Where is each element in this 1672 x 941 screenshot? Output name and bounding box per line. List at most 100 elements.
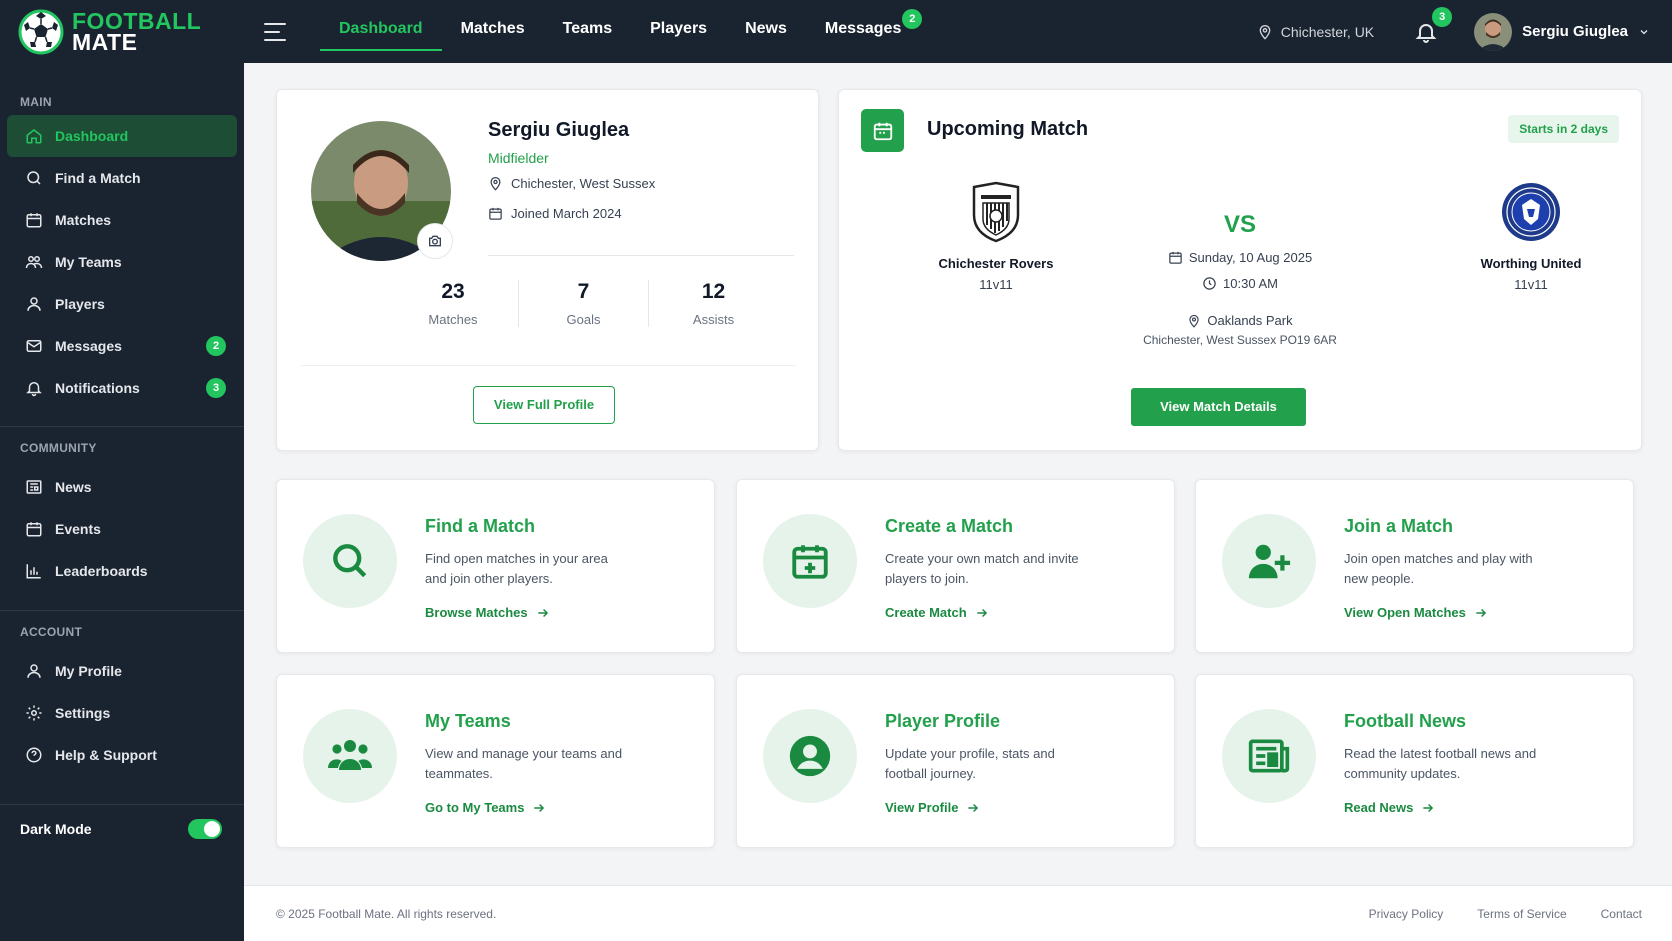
sidebar-item-leaderboards[interactable]: Leaderboards — [7, 550, 237, 592]
sidebar-item-dashboard[interactable]: Dashboard — [7, 115, 237, 157]
profile-joined: Joined March 2024 — [488, 206, 622, 221]
feature-link-label: Browse Matches — [425, 605, 528, 620]
feature-description: Join open matches and play with new peop… — [1344, 551, 1533, 586]
view-full-profile-button[interactable]: View Full Profile — [473, 386, 615, 424]
browse-matches-link[interactable]: Browse Matches — [425, 605, 550, 620]
feature-title: Join a Match — [1344, 516, 1454, 536]
dark-mode-label: Dark Mode — [20, 821, 92, 837]
map-pin-icon — [1259, 24, 1271, 40]
feature-description: Update your profile, stats and football … — [885, 746, 1055, 781]
create-match-link[interactable]: Create Match — [885, 605, 989, 620]
feature-card-my-teams[interactable]: My Teams View and manage your teams and … — [276, 674, 715, 848]
go-to-my-teams-link[interactable]: Go to My Teams — [425, 800, 546, 815]
sidebar-item-help-support[interactable]: Help & Support — [7, 734, 237, 776]
dark-mode-row: Dark Mode — [0, 810, 244, 848]
feature-card-create-match[interactable]: Create a Match Create your own match and… — [736, 479, 1175, 653]
nav-players-label: Players — [650, 20, 708, 37]
nav-messages[interactable]: Messages 2 — [806, 0, 929, 63]
user-name: Sergiu Giuglea — [1522, 23, 1628, 40]
location-selector[interactable]: Chichester, UK — [1257, 24, 1374, 40]
arrow-right-icon — [537, 608, 548, 617]
privacy-policy-link[interactable]: Privacy Policy — [1369, 907, 1444, 921]
nav-news-label: News — [745, 20, 787, 37]
calendar-plus-icon — [792, 545, 828, 579]
sidebar-item-label: My Teams — [55, 254, 122, 270]
stat-label: Matches — [428, 312, 478, 327]
messages-badge: 2 — [902, 9, 923, 29]
feature-link-label: View Profile — [885, 800, 959, 815]
nav-players[interactable]: Players — [631, 0, 726, 63]
teams-icon — [328, 740, 372, 770]
newspaper-icon — [26, 480, 42, 494]
menu-toggle-icon[interactable] — [264, 22, 286, 41]
view-open-matches-link[interactable]: View Open Matches — [1344, 605, 1488, 620]
feature-card-join-match[interactable]: Join a Match Join open matches and play … — [1195, 479, 1634, 653]
view-match-details-button[interactable]: View Match Details — [1131, 388, 1306, 426]
search-icon — [27, 171, 41, 185]
dark-mode-toggle[interactable] — [188, 819, 222, 839]
feature-icon-circle — [1222, 514, 1316, 608]
feature-title: Football News — [1344, 711, 1467, 731]
feature-card-player-profile[interactable]: Player Profile Update your profile, stat… — [736, 674, 1175, 848]
nav-matches[interactable]: Matches — [442, 0, 544, 63]
sidebar-item-my-teams[interactable]: My Teams — [7, 241, 237, 283]
sidebar-item-players[interactable]: Players — [7, 283, 237, 325]
match-venue-text: Oaklands Park — [1207, 313, 1293, 328]
terms-of-service-link[interactable]: Terms of Service — [1477, 907, 1566, 921]
bell-icon — [26, 382, 42, 397]
nav-dashboard[interactable]: Dashboard — [320, 0, 442, 63]
calendar-icon — [861, 109, 904, 152]
contact-link[interactable]: Contact — [1601, 907, 1642, 921]
nav-matches-label: Matches — [460, 20, 525, 37]
top-bar: FOOTBALL MATE Dashboard Matches Teams Pl… — [0, 0, 1672, 63]
away-team[interactable]: Worthing United 11v11 — [1431, 181, 1631, 292]
sidebar-item-settings[interactable]: Settings — [7, 692, 237, 734]
nav-dashboard-label: Dashboard — [339, 20, 423, 37]
sidebar-item-label: Players — [55, 296, 105, 312]
gear-icon — [26, 705, 42, 721]
avatar — [1474, 12, 1513, 51]
nav-teams-label: Teams — [562, 20, 613, 37]
view-profile-link[interactable]: View Profile — [885, 800, 980, 815]
worthing-united-crest-icon — [1502, 183, 1560, 241]
nav-news[interactable]: News — [726, 0, 806, 63]
sidebar-item-label: Help & Support — [55, 747, 157, 763]
stat-label: Assists — [692, 312, 735, 327]
sidebar-item-label: Notifications — [55, 380, 140, 396]
profile-location: Chichester, West Sussex — [488, 176, 655, 191]
feature-link-label: Go to My Teams — [425, 800, 525, 815]
read-news-link[interactable]: Read News — [1344, 800, 1435, 815]
feature-link-label: View Open Matches — [1344, 605, 1466, 620]
sidebar-item-messages[interactable]: Messages 2 — [7, 325, 237, 367]
stat-value: 12 — [701, 280, 726, 303]
sidebar-item-label: Events — [55, 521, 101, 537]
sidebar-item-matches[interactable]: Matches — [7, 199, 237, 241]
feature-card-find-match[interactable]: Find a Match Find open matches in your a… — [276, 479, 715, 653]
chevron-down-icon — [1640, 29, 1648, 34]
divider — [488, 255, 794, 256]
arrow-right-icon — [968, 803, 979, 812]
user-plus-icon — [1248, 544, 1291, 579]
feature-title: Find a Match — [425, 516, 536, 536]
sidebar-item-news[interactable]: News — [7, 466, 237, 508]
mail-icon — [26, 340, 42, 352]
calendar-icon — [26, 522, 42, 537]
sidebar-item-notifications[interactable]: Notifications 3 — [7, 367, 237, 409]
sidebar-item-my-profile[interactable]: My Profile — [7, 650, 237, 692]
stat-matches: 23 Matches — [388, 280, 518, 327]
sidebar-item-events[interactable]: Events — [7, 508, 237, 550]
profile-card: Sergiu Giuglea Midfielder Chichester, We… — [276, 89, 819, 451]
brand-logo[interactable]: FOOTBALL MATE — [0, 0, 244, 63]
divider — [0, 610, 244, 611]
camera-icon — [429, 235, 441, 247]
nav-teams[interactable]: Teams — [544, 0, 632, 63]
feature-title: My Teams — [425, 711, 511, 731]
feature-card-football-news[interactable]: Football News Read the latest football n… — [1195, 674, 1634, 848]
notifications-button[interactable]: 3 — [1414, 6, 1453, 44]
sidebar-item-find-a-match[interactable]: Find a Match — [7, 157, 237, 199]
notification-count-badge: 3 — [1432, 6, 1453, 27]
profile-location-text: Chichester, West Sussex — [511, 176, 656, 191]
change-photo-button[interactable] — [417, 223, 453, 259]
user-menu[interactable]: Sergiu Giuglea — [1474, 12, 1650, 51]
feature-description: Read the latest football news and commun… — [1344, 746, 1537, 781]
